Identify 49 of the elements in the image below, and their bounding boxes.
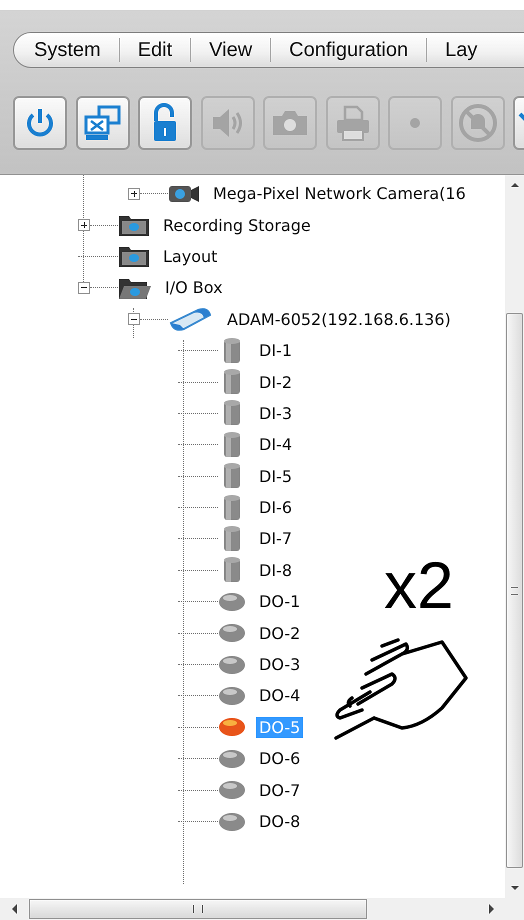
network-monitors-icon [82,103,122,143]
tree-item[interactable]: DO-7 [256,780,304,801]
camera-icon [168,184,200,204]
menu-item[interactable]: Lay [427,38,496,62]
tree-item[interactable]: DI-2 [256,372,295,393]
lock-button[interactable] [138,96,192,150]
cylinder-icon [222,556,242,584]
tree-item[interactable]: DI-8 [256,560,295,581]
tree-item[interactable]: DO-3 [256,654,304,676]
tree-item[interactable]: DO-8 [256,811,304,832]
expander-toggle[interactable] [78,219,90,232]
cylinder-icon [222,430,242,459]
cylinder-icon [222,399,242,428]
dot-icon [409,117,421,129]
tree-item[interactable]: DO-2 [256,622,304,644]
tree-item[interactable]: DI-6 [256,497,295,518]
expander-toggle[interactable] [78,282,90,294]
tree-item[interactable]: ADAM-6052(192.168.6.136) [224,308,454,330]
tree-item[interactable]: DI-3 [256,402,295,424]
tree-item[interactable]: I/O Box [162,277,226,298]
network-button[interactable] [76,96,130,150]
tree-item[interactable]: DI-7 [256,528,295,550]
cylinder-icon [222,524,242,553]
vertical-scrollbar[interactable] [505,175,524,898]
expander-toggle[interactable] [128,188,140,200]
expander-toggle[interactable] [128,313,140,326]
annotation-text: x2 [384,552,454,618]
horizontal-scrollbar[interactable] [0,898,524,920]
power-button[interactable] [13,96,67,150]
menu-item[interactable]: System [34,38,119,62]
tree-item[interactable]: DO-6 [256,748,304,770]
cylinder-icon [222,494,242,522]
menu-item[interactable]: Configuration [271,38,426,62]
menu-item[interactable]: View [191,38,270,62]
tree-item[interactable]: Layout [160,246,220,267]
tree-item[interactable]: DO-1 [256,591,304,612]
tree-item[interactable]: DI-5 [256,466,295,487]
tree-item[interactable]: DI-4 [256,434,295,456]
tree-item[interactable]: Recording Storage [160,214,314,236]
cylinder-icon [222,462,242,490]
module-icon [168,307,214,332]
camera-icon [270,108,310,138]
tree-item[interactable]: DI-1 [256,340,295,362]
cylinder-icon [222,368,242,396]
tree-item[interactable]: Mega-Pixel Network Camera(16 [210,183,469,204]
cylinder-icon [222,336,242,365]
no-bell-icon [458,103,498,143]
menu-item[interactable]: Edit [120,38,190,62]
tree-item[interactable]: DO-4 [256,685,304,706]
